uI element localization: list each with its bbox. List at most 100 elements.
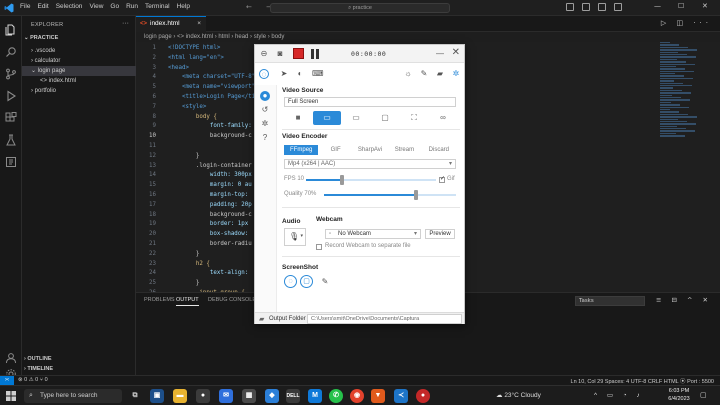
weather-widget[interactable]: ☁ 23°C Cloudy (496, 391, 541, 399)
editor-actions[interactable]: ▷ ◫ ··· (661, 19, 712, 27)
menu-edit[interactable]: Edit (37, 3, 48, 10)
encoder-tab-discard[interactable]: Discard (422, 145, 456, 155)
region-select-icon[interactable]: ◌ (259, 69, 269, 79)
explorer-icon[interactable] (5, 24, 17, 36)
minimize-button[interactable]: — (654, 2, 661, 10)
cursor-icon[interactable]: ➤ (279, 69, 289, 79)
app-blue-icon[interactable]: ▣ (150, 389, 164, 403)
app-letter-icon[interactable]: M (308, 389, 322, 403)
fps-slider[interactable] (306, 175, 436, 185)
click-icon[interactable]: ◐ (295, 69, 305, 79)
region-source-icon[interactable]: ▢ (371, 111, 399, 125)
minimap[interactable] (660, 42, 700, 162)
webcam-select[interactable]: ▫ No Webcam ▾ (325, 229, 421, 239)
timeline-section[interactable]: › TIMELINE (24, 366, 53, 372)
output-path-field[interactable]: C:\Users\smit\OneDrive\Documents\Captura (307, 314, 462, 324)
output-channel-select[interactable]: Tasks (575, 296, 645, 306)
close-tab-icon[interactable]: × (197, 17, 201, 31)
menu-run[interactable]: Run (126, 3, 138, 10)
record-webcam-checkbox[interactable] (316, 244, 322, 250)
minimize-circle-icon[interactable]: ⊖ (259, 49, 269, 59)
workspace-section[interactable]: ⌄ PRACTICE (24, 35, 58, 41)
window-source-icon[interactable]: ▭ (342, 111, 370, 125)
close-button[interactable]: ✕ (702, 2, 708, 10)
panel-actions[interactable]: ≡ ⊟ ^ ✕ (656, 296, 712, 304)
breadcrumb[interactable]: login page › <> index.html › html › head… (144, 34, 284, 40)
source-control-icon[interactable] (5, 68, 17, 80)
customize-layout-icon[interactable] (614, 3, 622, 11)
record-button[interactable] (293, 48, 304, 59)
encoder-tab-gif[interactable]: GIF (318, 145, 352, 155)
file-explorer-icon[interactable]: ▬ (173, 389, 187, 403)
gamepad-source-icon[interactable]: ∞ (429, 111, 457, 125)
app-dark-icon[interactable]: ● (196, 389, 210, 403)
system-tray[interactable]: ^ ▭ ◔ ♪ (594, 391, 644, 399)
edit-pen-icon[interactable]: ✎ (320, 277, 330, 287)
home-icon[interactable]: ● (260, 91, 270, 101)
tree-item[interactable]: › .vscode (22, 46, 136, 56)
encoder-tab-stream[interactable]: Stream (387, 145, 421, 155)
toggle-secondary-sidebar-icon[interactable] (598, 3, 606, 11)
panel-tab-debug-console[interactable]: DEBUG CONSOLE (208, 297, 256, 303)
tree-item[interactable]: <> index.html (22, 76, 136, 86)
gif-checkbox[interactable] (439, 175, 445, 183)
fullscreen-source-icon[interactable]: ⛶ (400, 111, 428, 125)
preview-button[interactable]: Preview (425, 229, 455, 239)
panel-tab-output[interactable]: OUTPUT (176, 297, 199, 306)
maximize-button[interactable]: ☐ (678, 2, 684, 10)
notification-icon[interactable]: ▢ (700, 391, 707, 399)
encoder-tab-sharpavi[interactable]: SharpAvi (353, 145, 387, 155)
quality-slider-thumb[interactable] (414, 190, 419, 200)
toggle-sidebar-icon[interactable] (566, 3, 574, 11)
minimize-icon[interactable]: — (435, 49, 445, 59)
encoder-select[interactable]: Mp4 (x264 | AAC) ▾ (284, 159, 456, 169)
menu-terminal[interactable]: Terminal (145, 3, 170, 10)
remote-explorer-icon[interactable] (5, 156, 17, 168)
screenshot-window-icon[interactable]: ▢ (300, 275, 313, 288)
menu-file[interactable]: File (20, 3, 30, 10)
fps-slider-thumb[interactable] (340, 175, 345, 185)
dell-icon[interactable]: DELL (286, 389, 300, 403)
captura-taskbar-icon[interactable]: ● (416, 389, 430, 403)
menu-selection[interactable]: Selection (56, 3, 83, 10)
pause-button[interactable] (311, 49, 319, 59)
windows-start-icon[interactable] (6, 391, 16, 401)
camera-source-icon[interactable]: ■ (284, 111, 312, 125)
encoder-tab-ffmpeg[interactable]: FFmpeg (284, 145, 319, 155)
video-source-field[interactable]: Full Screen (284, 97, 456, 107)
tree-item[interactable]: ⌄ login page (22, 66, 136, 76)
camera-icon[interactable]: ◙ (275, 49, 285, 59)
whatsapp-icon[interactable]: ✆ (329, 389, 343, 403)
tab-index-html[interactable]: <> index.html × (136, 16, 206, 32)
pen-icon[interactable]: ✎ (419, 69, 429, 79)
folder-icon[interactable]: ▰ (435, 69, 445, 79)
brave-icon[interactable]: ▼ (371, 389, 385, 403)
menu-help[interactable]: Help (177, 3, 190, 10)
brightness-icon[interactable]: ☼ (403, 69, 413, 79)
folder-icon[interactable]: ▰ (259, 315, 264, 323)
search-icon[interactable] (5, 46, 17, 58)
history-icon[interactable]: ↺ (260, 105, 270, 115)
testing-icon[interactable] (5, 134, 17, 146)
more-actions-icon[interactable]: ··· (122, 20, 129, 27)
account-icon[interactable] (5, 352, 17, 364)
keystroke-icon[interactable]: ⌨ (312, 69, 324, 79)
screen-source-icon[interactable]: ▭ (313, 111, 341, 125)
command-search-input[interactable]: ⌕ practice (270, 3, 450, 13)
settings-icon[interactable]: ✲ (260, 119, 270, 129)
editor-status[interactable]: Ln 10, Col 29 Spaces: 4 UTF-8 CRLF HTML … (571, 377, 714, 385)
close-icon[interactable]: ✕ (452, 47, 460, 58)
panel-tab-problems[interactable]: PROBLEMS (144, 297, 175, 303)
tree-item[interactable]: › portfolio (22, 86, 136, 96)
help-icon[interactable]: ? (260, 133, 270, 143)
chrome-icon[interactable]: ◉ (350, 389, 364, 403)
vscode-taskbar-icon[interactable]: ≺ (394, 389, 408, 403)
menu-view[interactable]: View (89, 3, 103, 10)
tree-item[interactable]: › calculator (22, 56, 136, 66)
menu-go[interactable]: Go (110, 3, 119, 10)
taskbar-clock[interactable]: 6:03 PM 6/4/2023 (664, 388, 694, 403)
taskbar-search-input[interactable]: ⌕ Type here to search (24, 389, 122, 403)
run-debug-icon[interactable] (5, 90, 17, 102)
problems-status[interactable]: ⊗ 0 ⚠ 0 ⑂ 0 (18, 377, 48, 383)
toggle-panel-icon[interactable] (582, 3, 590, 11)
